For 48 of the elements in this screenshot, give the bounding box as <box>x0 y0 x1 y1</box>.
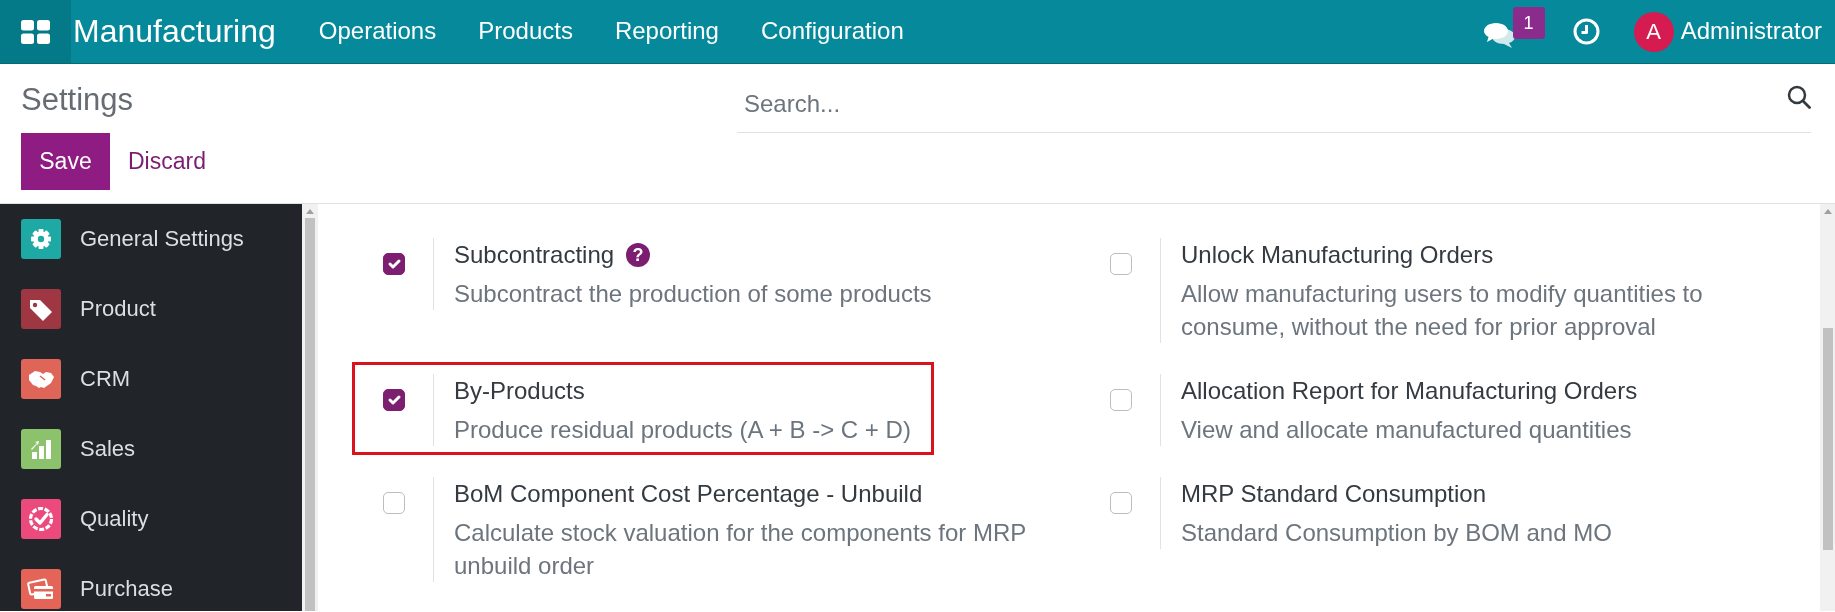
menu-item[interactable]: Products <box>457 17 594 46</box>
app-title[interactable]: Manufacturing <box>73 12 276 51</box>
setting-description: View and allocate manufactured quantities <box>1181 415 1633 445</box>
setting-description: Calculate stock valuation for the components for MRP unbuild order <box>454 518 1027 581</box>
checkbox[interactable] <box>383 253 405 275</box>
setting-description: Allow manufacturing users to modify quantities to consume, without the need for prior approval <box>1181 279 1704 342</box>
arrow-up-icon[interactable] <box>306 209 314 214</box>
clock-icon[interactable] <box>1572 18 1600 45</box>
menu-item[interactable]: Configuration <box>739 17 925 46</box>
sidebar-item[interactable]: General Settings <box>0 219 302 259</box>
setting-title: Allocation Report for Manufacturing Orders <box>1181 376 1638 406</box>
setting-description: Standard Consumption by BOM and MO <box>1181 518 1612 548</box>
discard-button[interactable]: Discard <box>110 133 224 190</box>
scrollbar-thumb[interactable] <box>305 218 315 611</box>
grid-icon <box>21 19 50 44</box>
apps-menu-button[interactable] <box>0 0 71 63</box>
sidebar-item[interactable]: Purchase <box>0 569 302 609</box>
setting-description: Subcontract the production of some products <box>454 279 932 309</box>
page-title: Settings <box>21 81 134 119</box>
setting-title: MRP Standard Consumption <box>1181 479 1487 509</box>
setting-title: BoM Component Cost Percentage - Unbuild <box>454 479 923 509</box>
scrollbar[interactable] <box>1820 204 1835 611</box>
checkbox[interactable] <box>1110 253 1132 275</box>
sidebar-item[interactable]: Product <box>0 289 302 329</box>
help-icon[interactable]: ? <box>626 242 651 267</box>
sidebar-item[interactable]: CRM <box>0 359 302 399</box>
setting-title: By-Products <box>454 376 585 406</box>
save-button[interactable]: Save <box>21 133 110 190</box>
checkbox[interactable] <box>1110 389 1132 411</box>
checkbox[interactable] <box>1110 492 1132 514</box>
search-field[interactable]: Search... <box>737 76 1811 133</box>
sidebar-item[interactable]: Quality <box>0 499 302 539</box>
checkbox[interactable] <box>383 389 405 411</box>
setting-description: Produce residual products (A + B -> C + D) <box>454 415 911 445</box>
arrow-up-icon[interactable] <box>1823 209 1832 214</box>
user-avatar: A <box>1633 11 1674 52</box>
notification-badge: 1 <box>1512 7 1545 39</box>
setting-title: Unlock Manufacturing Orders <box>1181 240 1494 270</box>
checkbox[interactable] <box>383 492 405 514</box>
scrollbar-thumb[interactable] <box>1822 328 1833 550</box>
setting-title: Subcontracting <box>454 240 615 270</box>
chat-icon[interactable] <box>1483 23 1515 49</box>
user-name[interactable]: Administrator <box>1680 17 1822 46</box>
menu-item[interactable]: Operations <box>297 17 458 46</box>
sidebar-item[interactable]: Sales <box>0 429 302 469</box>
search-icon[interactable] <box>1787 85 1811 109</box>
menu-item[interactable]: Reporting <box>593 17 740 46</box>
scrollbar[interactable] <box>302 204 318 611</box>
